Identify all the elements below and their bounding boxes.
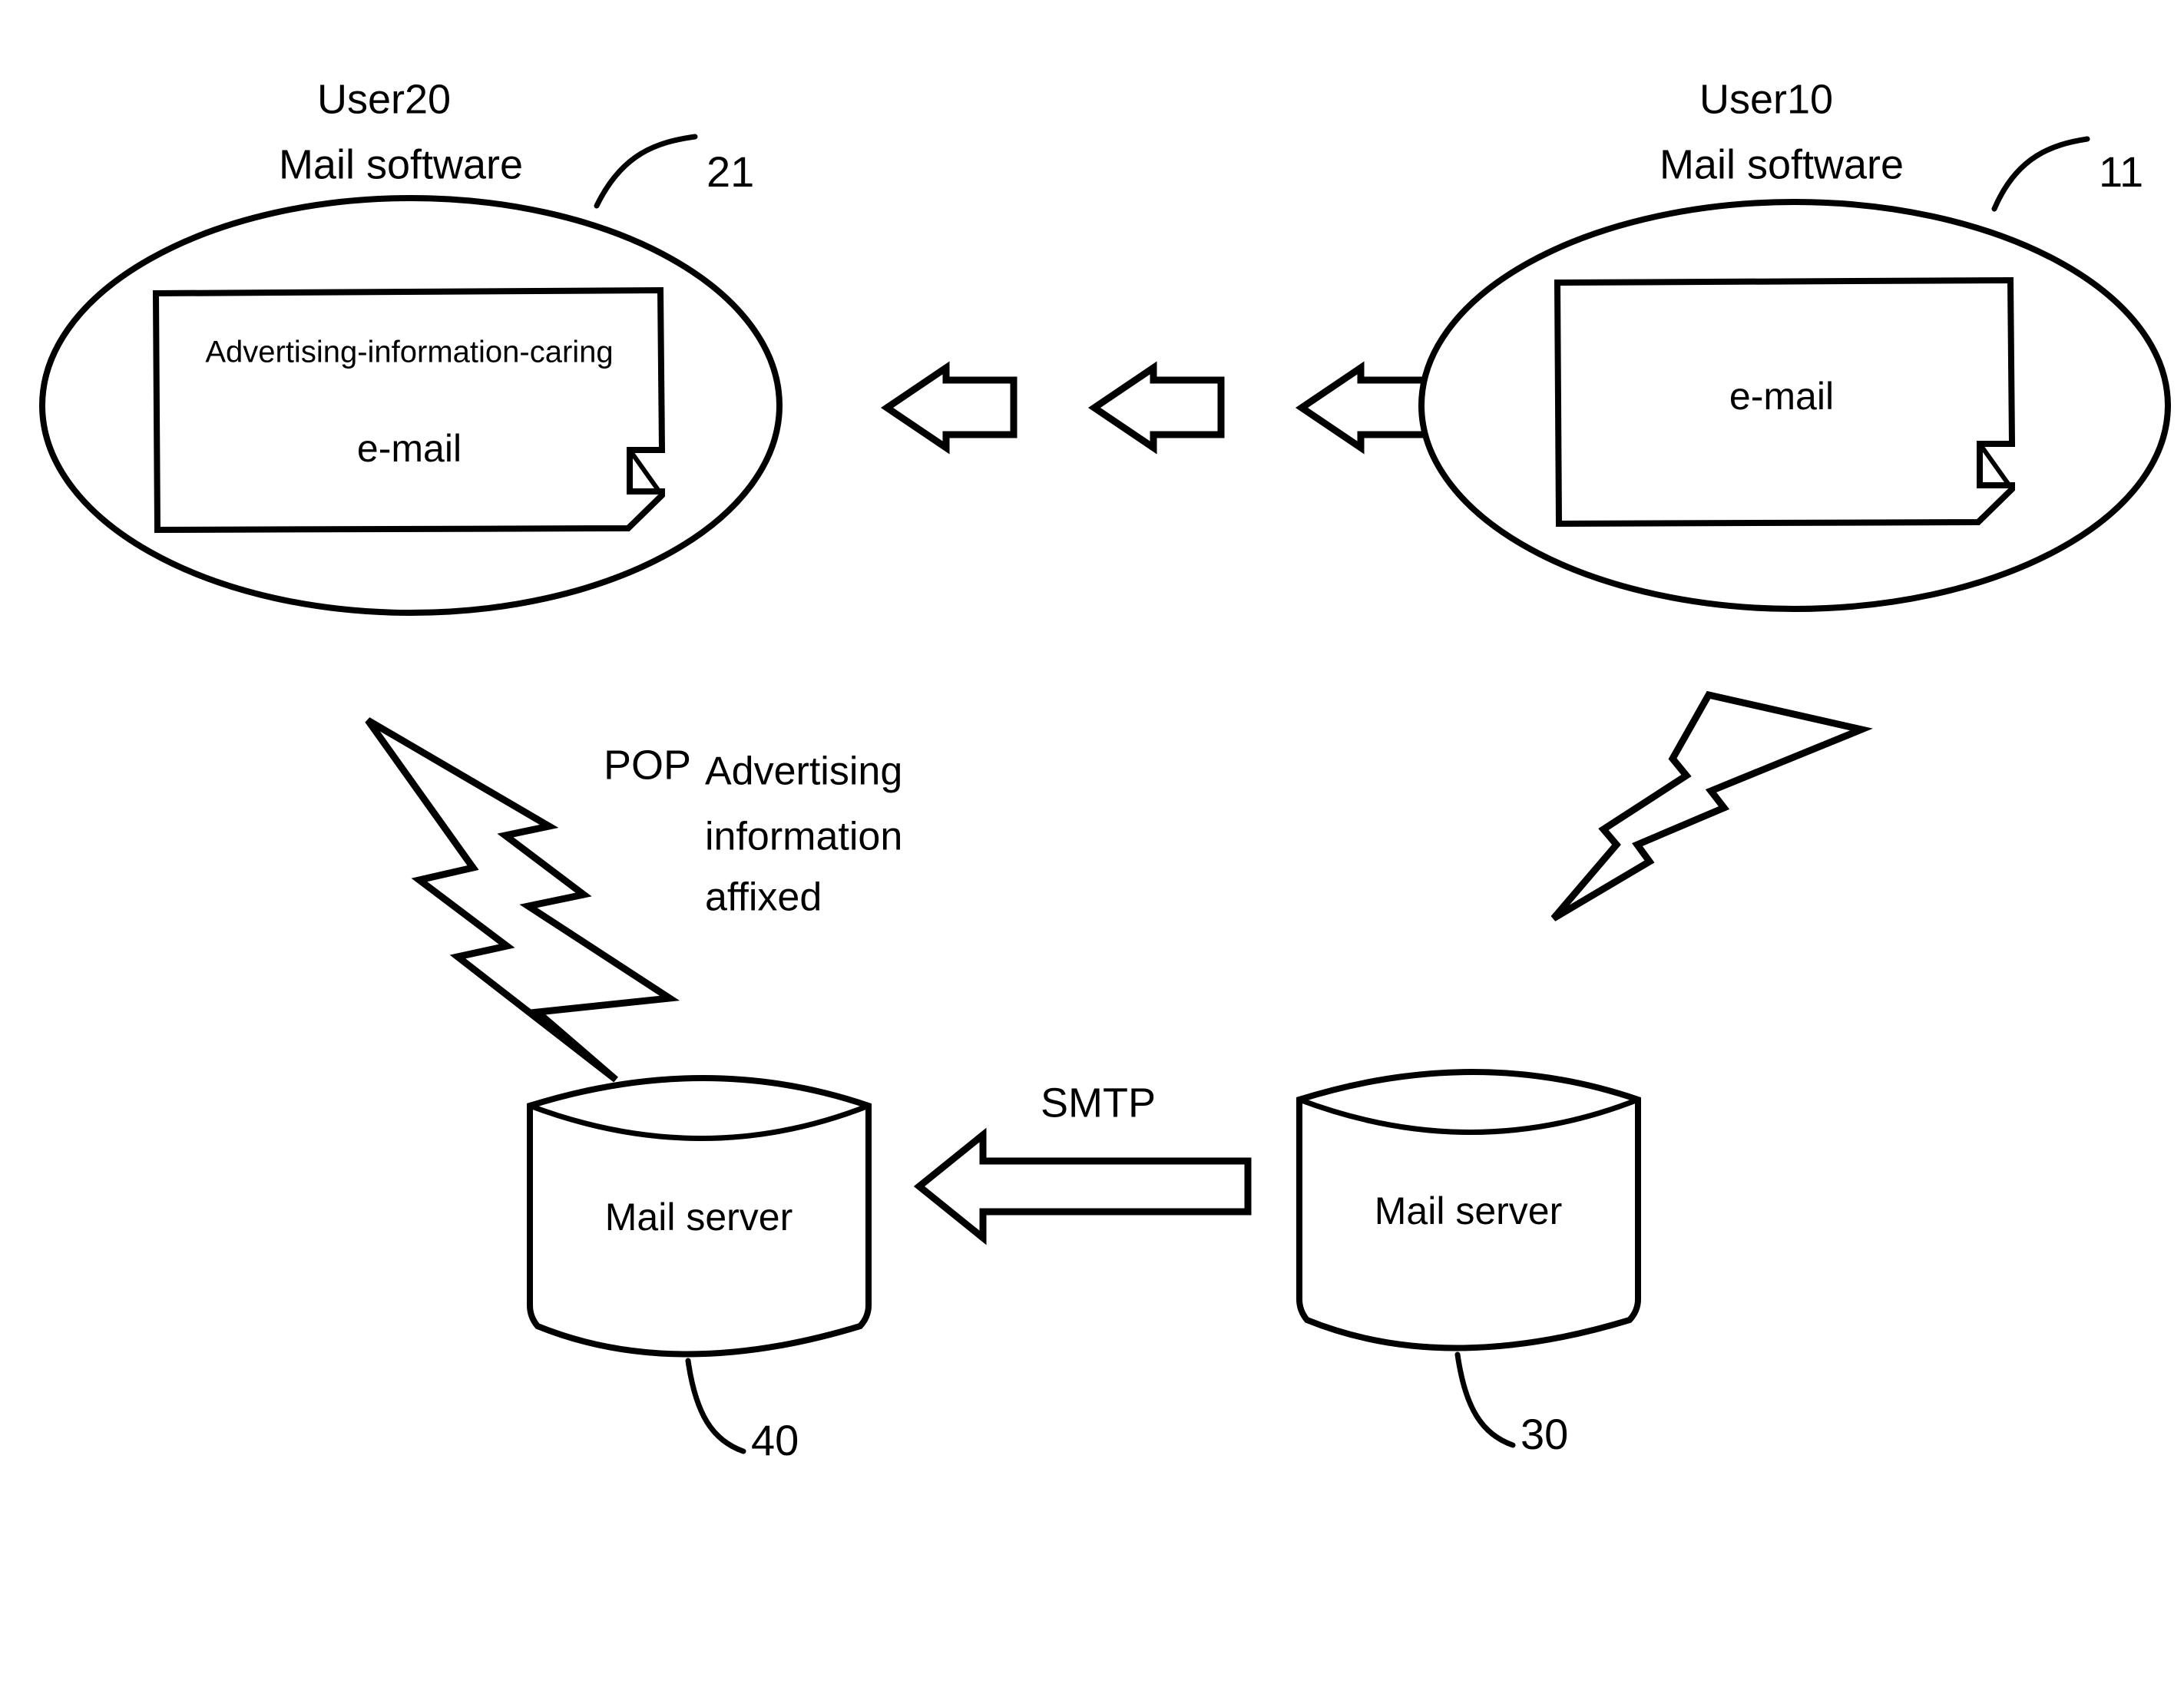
smtp-link-group: SMTP [913, 1080, 1252, 1245]
left-client-reference-number: 21 [706, 147, 754, 196]
transfer-arrow-2 [1087, 361, 1225, 455]
transfer-arrow-3 [1295, 361, 1432, 455]
left-server-reference-number: 40 [751, 1416, 799, 1464]
left-server-group: Mail server 40 [527, 1075, 872, 1464]
server-link-lightning-bolt-icon [1550, 690, 1873, 921]
pop-note-line1: Advertising [705, 749, 902, 794]
smtp-protocol-label: SMTP [1041, 1080, 1156, 1126]
patent-diagram: User20 Mail software 21 Advertising-info… [39, 76, 2171, 1464]
figure-canvas: User20 Mail software 21 Advertising-info… [0, 0, 2184, 1697]
right-server-group: Mail server 30 [1296, 1069, 1641, 1458]
pop-link-group: POP Advertising information affixed [365, 717, 902, 1083]
left-client-group: User20 Mail software 21 Advertising-info… [39, 76, 783, 616]
left-server-label: Mail server [605, 1196, 793, 1239]
left-client-document-line2: e-mail [357, 427, 462, 470]
left-client-software-label: Mail software [279, 141, 523, 187]
transfer-arrow-1 [880, 361, 1018, 455]
left-client-leader-line [594, 134, 698, 209]
pop-protocol-label: POP [604, 742, 691, 788]
pop-note-line2: information [705, 815, 902, 859]
left-client-email-document [152, 286, 666, 534]
right-client-document-line1: e-mail [1729, 375, 1834, 418]
right-client-user-label: User10 [1699, 76, 1833, 122]
left-server-leader-line [685, 1358, 746, 1454]
right-server-label: Mail server [1375, 1189, 1562, 1232]
smtp-arrow [913, 1127, 1252, 1245]
transfer-arrows-group [880, 361, 1432, 455]
right-client-reference-number: 11 [2099, 147, 2143, 196]
left-client-document-line1: Advertising-information-caring [205, 336, 613, 369]
right-server-leader-line [1454, 1351, 1516, 1448]
left-client-user-label: User20 [317, 76, 451, 122]
right-server-reference-number: 30 [1521, 1410, 1568, 1458]
right-client-group: User10 Mail software 11 e-mail [1418, 76, 2171, 612]
right-link-group [1550, 690, 1873, 921]
pop-note-line3: affixed [705, 875, 822, 920]
right-client-software-label: Mail software [1660, 141, 1904, 187]
right-client-leader-line [1991, 136, 2090, 212]
